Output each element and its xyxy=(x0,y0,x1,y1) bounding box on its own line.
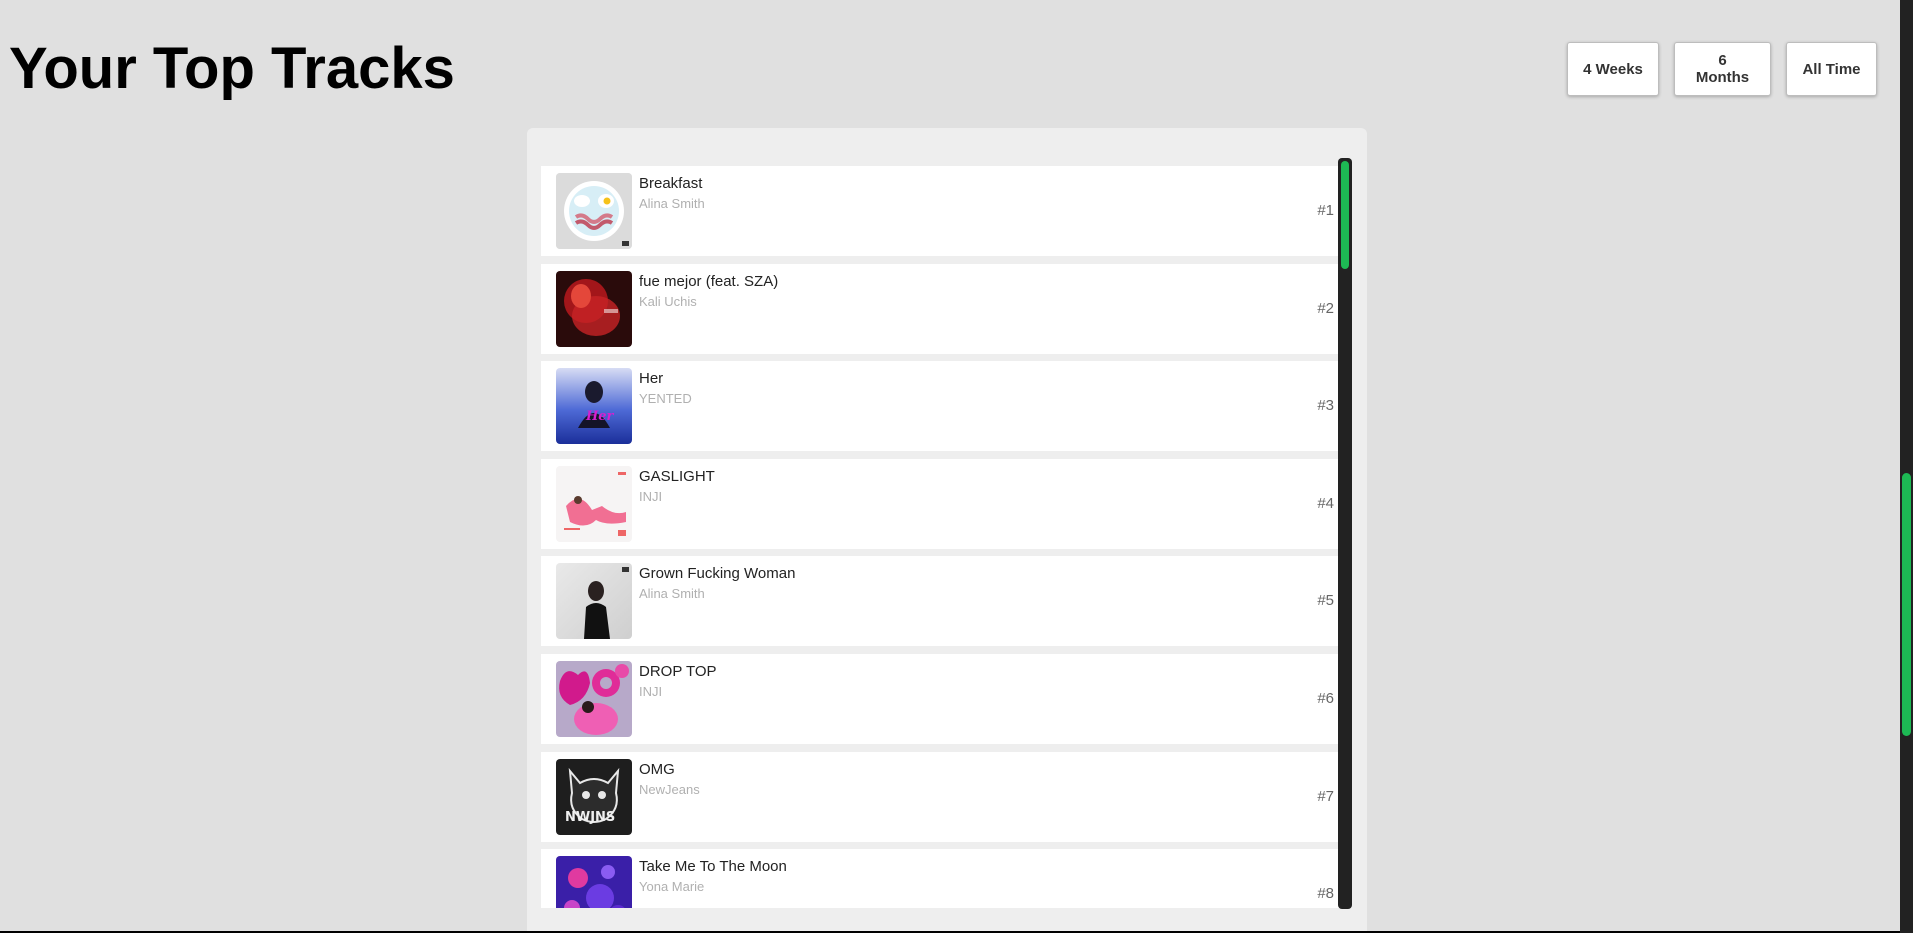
page: Your Top Tracks 4 Weeks 6 Months All Tim… xyxy=(0,0,1900,931)
range-all-time-button[interactable]: All Time xyxy=(1786,42,1877,96)
track-info: Her YENTED xyxy=(639,370,692,407)
track-row[interactable]: Her Her YENTED #3 xyxy=(541,361,1340,452)
album-art: NWJNS xyxy=(556,758,632,835)
track-row[interactable]: DROP TOP INJI #6 xyxy=(541,653,1340,744)
track-artist: INJI xyxy=(639,488,663,504)
track-artist: NewJeans xyxy=(639,781,700,797)
track-name: Take Me To The Moon xyxy=(639,858,787,876)
track-list-scrollbar-thumb[interactable] xyxy=(1341,161,1349,269)
album-art xyxy=(556,856,632,908)
track-name: Grown Fucking Woman xyxy=(639,565,796,583)
track-name: DROP TOP xyxy=(639,662,717,680)
track-info: Breakfast Alina Smith xyxy=(639,175,705,212)
track-name: Her xyxy=(639,370,664,388)
album-art: Her xyxy=(556,368,632,445)
track-name: Breakfast xyxy=(639,175,703,192)
track-info: Grown Fucking Woman Alina Smith xyxy=(639,565,795,602)
track-row[interactable]: fue mejor (feat. SZA) Kali Uchis #2 xyxy=(541,263,1340,354)
range-4-weeks-button[interactable]: 4 Weeks xyxy=(1567,42,1659,96)
track-list[interactable]: Breakfast Alina Smith #1 fue mejor (feat… xyxy=(541,166,1340,908)
track-rank: #4 xyxy=(1317,494,1334,512)
track-name: GASLIGHT xyxy=(639,467,715,485)
track-name: fue mejor (feat. SZA) xyxy=(639,272,779,290)
page-scrollbar[interactable] xyxy=(1900,0,1913,933)
track-rank: #7 xyxy=(1317,787,1334,805)
track-info: DROP TOP INJI xyxy=(639,663,717,700)
track-info: GASLIGHT INJI xyxy=(639,468,715,505)
track-artist: Alina Smith xyxy=(639,586,705,602)
track-rank: #5 xyxy=(1317,592,1334,610)
album-art-text: NWJNS xyxy=(565,810,615,825)
track-artist: YENTED xyxy=(639,391,692,407)
track-artist: INJI xyxy=(639,683,663,699)
track-info: fue mejor (feat. SZA) Kali Uchis xyxy=(639,273,778,310)
track-rank: #2 xyxy=(1317,299,1334,317)
album-art xyxy=(556,660,632,737)
album-art xyxy=(556,465,632,542)
track-artist: Alina Smith xyxy=(639,196,705,211)
track-rank: #1 xyxy=(1317,202,1334,219)
track-name: OMG xyxy=(639,760,675,778)
page-title: Your Top Tracks xyxy=(9,36,455,101)
top-tracks-panel: Breakfast Alina Smith #1 fue mejor (feat… xyxy=(527,128,1367,931)
track-list-scrollbar[interactable] xyxy=(1338,158,1352,909)
track-row[interactable]: NWJNS OMG NewJeans #7 xyxy=(541,751,1340,842)
album-art xyxy=(556,563,632,640)
time-range-selector: 4 Weeks 6 Months All Time xyxy=(1567,42,1877,96)
range-6-months-button[interactable]: 6 Months xyxy=(1674,42,1771,96)
track-artist: Kali Uchis xyxy=(639,293,697,309)
track-row[interactable]: Grown Fucking Woman Alina Smith #5 xyxy=(541,556,1340,647)
track-row[interactable]: Take Me To The Moon Yona Marie #8 xyxy=(541,849,1340,908)
album-art xyxy=(556,173,632,249)
track-rank: #8 xyxy=(1317,885,1334,903)
track-info: Take Me To The Moon Yona Marie xyxy=(639,858,787,895)
album-art xyxy=(556,270,632,347)
track-row[interactable]: GASLIGHT INJI #4 xyxy=(541,458,1340,549)
track-rank: #6 xyxy=(1317,689,1334,707)
track-artist: Yona Marie xyxy=(639,879,705,895)
track-info: OMG NewJeans xyxy=(639,761,700,798)
page-scrollbar-thumb[interactable] xyxy=(1902,473,1911,736)
track-row[interactable]: Breakfast Alina Smith #1 xyxy=(541,166,1340,256)
track-rank: #3 xyxy=(1317,397,1334,415)
album-art-text: Her xyxy=(585,409,615,424)
